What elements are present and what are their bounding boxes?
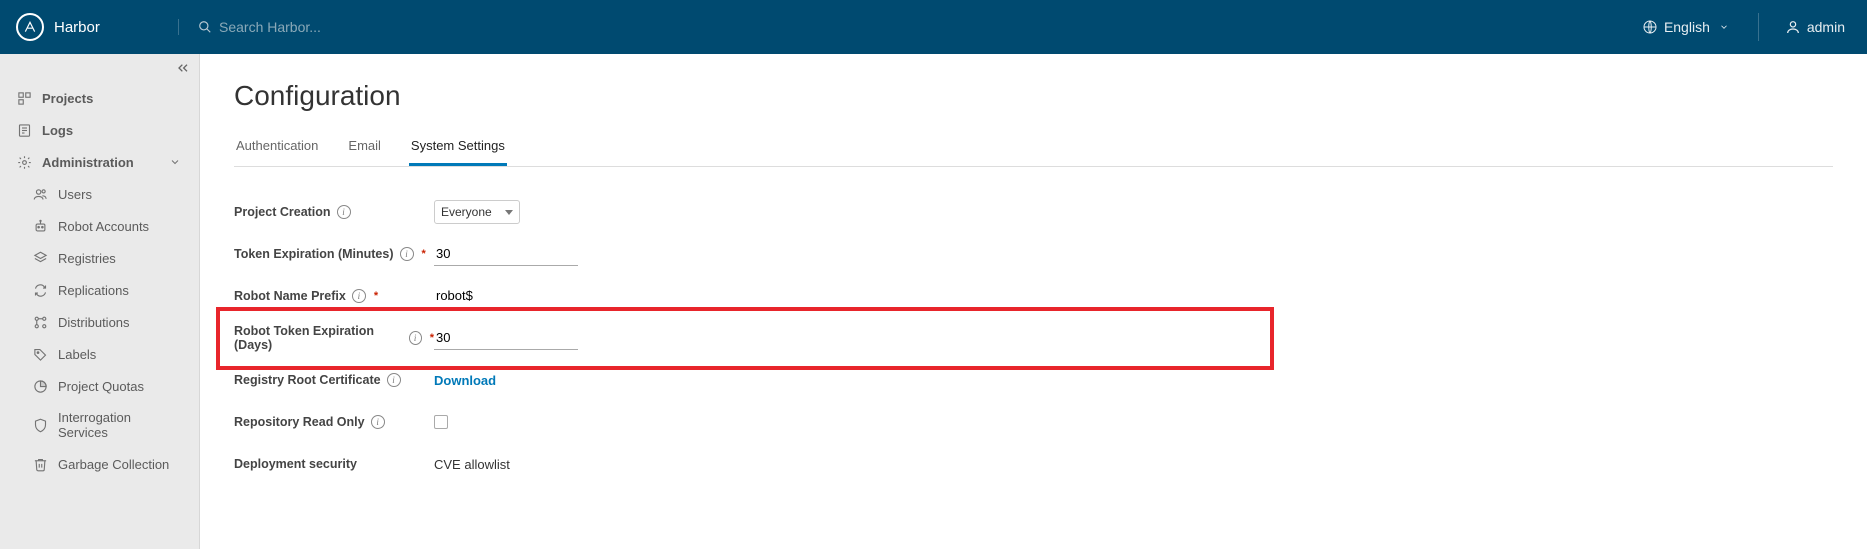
info-icon[interactable]: i — [337, 205, 351, 219]
tabs: Authentication Email System Settings — [234, 130, 1833, 167]
row-deployment-security: Deployment security CVE allowlist — [234, 443, 1833, 485]
info-icon[interactable]: i — [400, 247, 414, 261]
brand-name: Harbor — [54, 19, 100, 36]
sidebar-item-label: Projects — [42, 91, 93, 106]
sidebar-item-label: Registries — [58, 251, 116, 266]
row-registry-root-cert: Registry Root Certificate i Download — [234, 359, 1833, 401]
sidebar-item-labels[interactable]: Labels — [0, 338, 199, 370]
user-icon — [1785, 19, 1801, 35]
quotas-icon — [32, 378, 48, 394]
language-label: English — [1664, 19, 1710, 35]
checkbox-repo-read-only[interactable] — [434, 415, 448, 429]
input-robot-name-prefix[interactable] — [434, 284, 578, 308]
projects-icon — [16, 90, 32, 106]
sidebar-item-registries[interactable]: Registries — [0, 242, 199, 274]
divider — [1758, 13, 1759, 41]
users-icon — [32, 186, 48, 202]
label-repo-read-only: Repository Read Only — [234, 415, 365, 429]
globe-icon — [1642, 19, 1658, 35]
tab-system-settings[interactable]: System Settings — [409, 130, 507, 166]
sidebar-item-distributions[interactable]: Distributions — [0, 306, 199, 338]
user-label: admin — [1807, 19, 1845, 35]
row-project-creation: Project Creation i Everyone — [234, 191, 1833, 233]
sidebar-collapse-button[interactable] — [175, 60, 191, 81]
tab-authentication[interactable]: Authentication — [234, 130, 320, 166]
sidebar: Projects Logs Administration Users Robot… — [0, 54, 200, 549]
sidebar-item-project-quotas[interactable]: Project Quotas — [0, 370, 199, 402]
top-bar: Harbor English admin — [0, 0, 1867, 54]
tab-email[interactable]: Email — [346, 130, 383, 166]
sidebar-item-label: Logs — [42, 123, 73, 138]
language-switcher[interactable]: English — [1636, 19, 1738, 35]
top-right: English admin — [1636, 13, 1851, 41]
sidebar-item-label: Robot Accounts — [58, 219, 149, 234]
label-robot-name-prefix: Robot Name Prefix — [234, 289, 346, 303]
search-input[interactable] — [219, 19, 479, 35]
input-token-expiration[interactable] — [434, 242, 578, 266]
cve-allowlist-text: CVE allowlist — [434, 457, 510, 472]
select-project-creation[interactable]: Everyone — [434, 200, 520, 224]
distributions-icon — [32, 314, 48, 330]
sidebar-item-projects[interactable]: Projects — [0, 82, 199, 114]
sidebar-item-replications[interactable]: Replications — [0, 274, 199, 306]
label-token-expiration: Token Expiration (Minutes) — [234, 247, 394, 261]
download-link[interactable]: Download — [434, 373, 496, 388]
label-project-creation: Project Creation — [234, 205, 331, 219]
sidebar-item-users[interactable]: Users — [0, 178, 199, 210]
info-icon[interactable]: i — [387, 373, 401, 387]
harbor-logo-icon — [16, 13, 44, 41]
sidebar-item-label: Garbage Collection — [58, 457, 169, 472]
logs-icon — [16, 122, 32, 138]
shield-icon — [32, 417, 48, 433]
label-robot-token-expiration: Robot Token Expiration (Days) — [234, 324, 403, 352]
user-menu[interactable]: admin — [1779, 19, 1851, 35]
sidebar-item-interrogation-services[interactable]: Interrogation Services — [0, 402, 199, 448]
sidebar-item-logs[interactable]: Logs — [0, 114, 199, 146]
select-value: Everyone — [441, 205, 492, 219]
replications-icon — [32, 282, 48, 298]
sidebar-item-label: Replications — [58, 283, 129, 298]
required-mark: * — [422, 248, 426, 260]
info-icon[interactable]: i — [371, 415, 385, 429]
sidebar-item-label: Interrogation Services — [58, 410, 183, 440]
trash-icon — [32, 456, 48, 472]
chevron-down-icon — [1716, 19, 1732, 35]
chevron-down-icon — [167, 154, 183, 170]
sidebar-item-administration[interactable]: Administration — [0, 146, 199, 178]
page-title: Configuration — [234, 80, 1833, 112]
sidebar-item-robot-accounts[interactable]: Robot Accounts — [0, 210, 199, 242]
chevron-down-icon — [505, 210, 513, 215]
robot-icon — [32, 218, 48, 234]
sidebar-item-garbage-collection[interactable]: Garbage Collection — [0, 448, 199, 480]
sidebar-item-label: Administration — [42, 155, 134, 170]
row-repo-read-only: Repository Read Only i — [234, 401, 1833, 443]
administration-icon — [16, 154, 32, 170]
main-content: Configuration Authentication Email Syste… — [200, 54, 1867, 549]
sidebar-item-label: Distributions — [58, 315, 130, 330]
sidebar-item-label: Users — [58, 187, 92, 202]
info-icon[interactable]: i — [409, 331, 422, 345]
labels-icon — [32, 346, 48, 362]
brand-area[interactable]: Harbor — [16, 13, 166, 41]
row-token-expiration: Token Expiration (Minutes) i * — [234, 233, 1833, 275]
label-registry-root-cert: Registry Root Certificate — [234, 373, 381, 387]
row-robot-token-expiration: Robot Token Expiration (Days) i * — [234, 317, 634, 359]
search-area — [178, 19, 1636, 35]
search-icon — [197, 19, 213, 35]
sidebar-item-label: Labels — [58, 347, 96, 362]
info-icon[interactable]: i — [352, 289, 366, 303]
row-robot-name-prefix: Robot Name Prefix i * — [234, 275, 1833, 317]
sidebar-item-label: Project Quotas — [58, 379, 144, 394]
registries-icon — [32, 250, 48, 266]
input-robot-token-expiration[interactable] — [434, 326, 578, 350]
label-deployment-security: Deployment security — [234, 457, 357, 471]
required-mark: * — [374, 290, 378, 302]
